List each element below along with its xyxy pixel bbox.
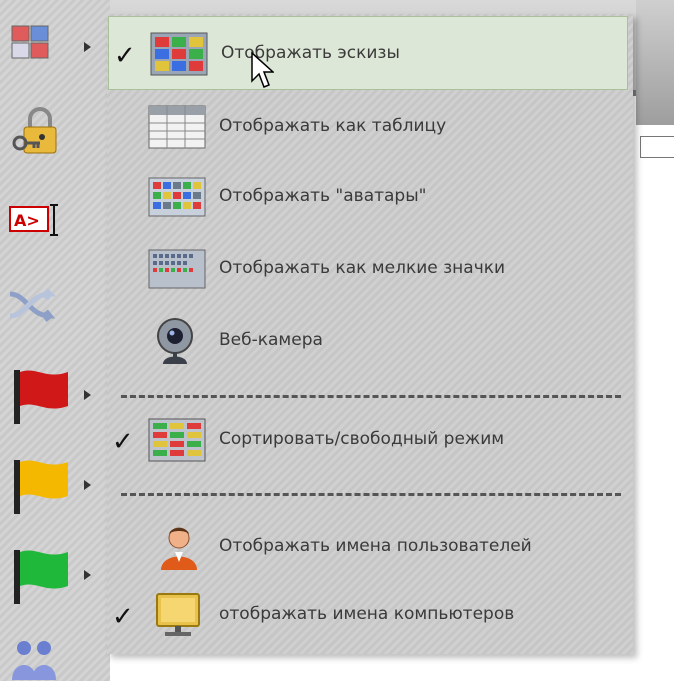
yellow-flag-button[interactable] <box>6 450 96 520</box>
lock-key-icon <box>12 107 57 154</box>
menu-separator <box>121 395 621 398</box>
chevron-right-icon <box>84 390 91 400</box>
thumbnails-icon <box>150 32 208 76</box>
menu-separator <box>121 493 621 496</box>
webcam-icon <box>157 318 193 364</box>
chevron-right-icon <box>84 570 91 580</box>
yellow-flag-icon <box>14 460 68 514</box>
menu-item-label: Отображать как мелкие значки <box>219 258 506 278</box>
view-mode-button[interactable] <box>6 20 96 90</box>
menu-item-webcam[interactable]: Веб-камера <box>107 308 633 372</box>
menu-item-show-small-icons[interactable]: Отображать как мелкие значки <box>107 236 633 300</box>
check-mark-icon: ✓ <box>114 41 136 71</box>
avatars-icon <box>148 177 206 217</box>
background-panel <box>636 0 674 125</box>
menu-item-show-avatars[interactable]: Отображать "аватары" <box>107 164 633 228</box>
view-options-menu: ✓ Отображать эскизы Отображать как табли… <box>107 14 633 654</box>
shuffle-button[interactable] <box>6 280 96 350</box>
red-flag-icon <box>14 370 68 424</box>
background-input <box>640 136 674 158</box>
check-mark-icon: ✓ <box>112 427 134 457</box>
view-mode-icon <box>11 25 49 59</box>
left-toolbar: A> <box>0 0 110 681</box>
svg-text:A>: A> <box>14 211 40 230</box>
menu-item-label: Отображать "аватары" <box>219 186 427 206</box>
menu-item-label: отображать имена компьютеров <box>219 604 515 624</box>
small-icons-icon <box>148 249 206 289</box>
sort-mode-icon <box>148 418 206 462</box>
menu-item-label: Сортировать/свободный режим <box>219 429 505 449</box>
lock-button[interactable] <box>6 105 96 175</box>
red-flag-button[interactable] <box>6 360 96 430</box>
menu-item-sort-free-mode[interactable]: ✓ Сортировать/свободный режим <box>107 407 633 471</box>
menu-item-label: Веб-камера <box>219 330 323 350</box>
text-input-button[interactable]: A> <box>6 195 96 265</box>
user-names-icon <box>161 527 197 570</box>
shuffle-icon <box>9 288 57 322</box>
mouse-cursor-icon <box>251 51 274 88</box>
users-button[interactable] <box>6 630 96 700</box>
text-input-icon: A> <box>9 204 58 236</box>
menu-item-show-thumbnails[interactable]: ✓ Отображать эскизы <box>108 16 628 90</box>
computer-names-icon <box>156 593 200 636</box>
table-view-icon <box>148 105 206 149</box>
check-mark-icon: ✓ <box>112 602 134 632</box>
menu-item-label: Отображать имена пользователей <box>219 536 532 556</box>
menu-item-label: Отображать эскизы <box>221 43 400 63</box>
users-icon <box>12 641 56 680</box>
menu-item-show-user-names[interactable]: Отображать имена пользователей <box>107 514 633 578</box>
chevron-right-icon <box>84 480 91 490</box>
menu-item-label: Отображать как таблицу <box>219 116 447 136</box>
green-flag-icon <box>14 550 68 604</box>
chevron-right-icon <box>84 42 91 52</box>
green-flag-button[interactable] <box>6 540 96 610</box>
menu-item-show-as-table[interactable]: Отображать как таблицу <box>107 94 633 158</box>
menu-item-show-computer-names[interactable]: ✓ отображать имена компьютеров <box>107 582 633 646</box>
